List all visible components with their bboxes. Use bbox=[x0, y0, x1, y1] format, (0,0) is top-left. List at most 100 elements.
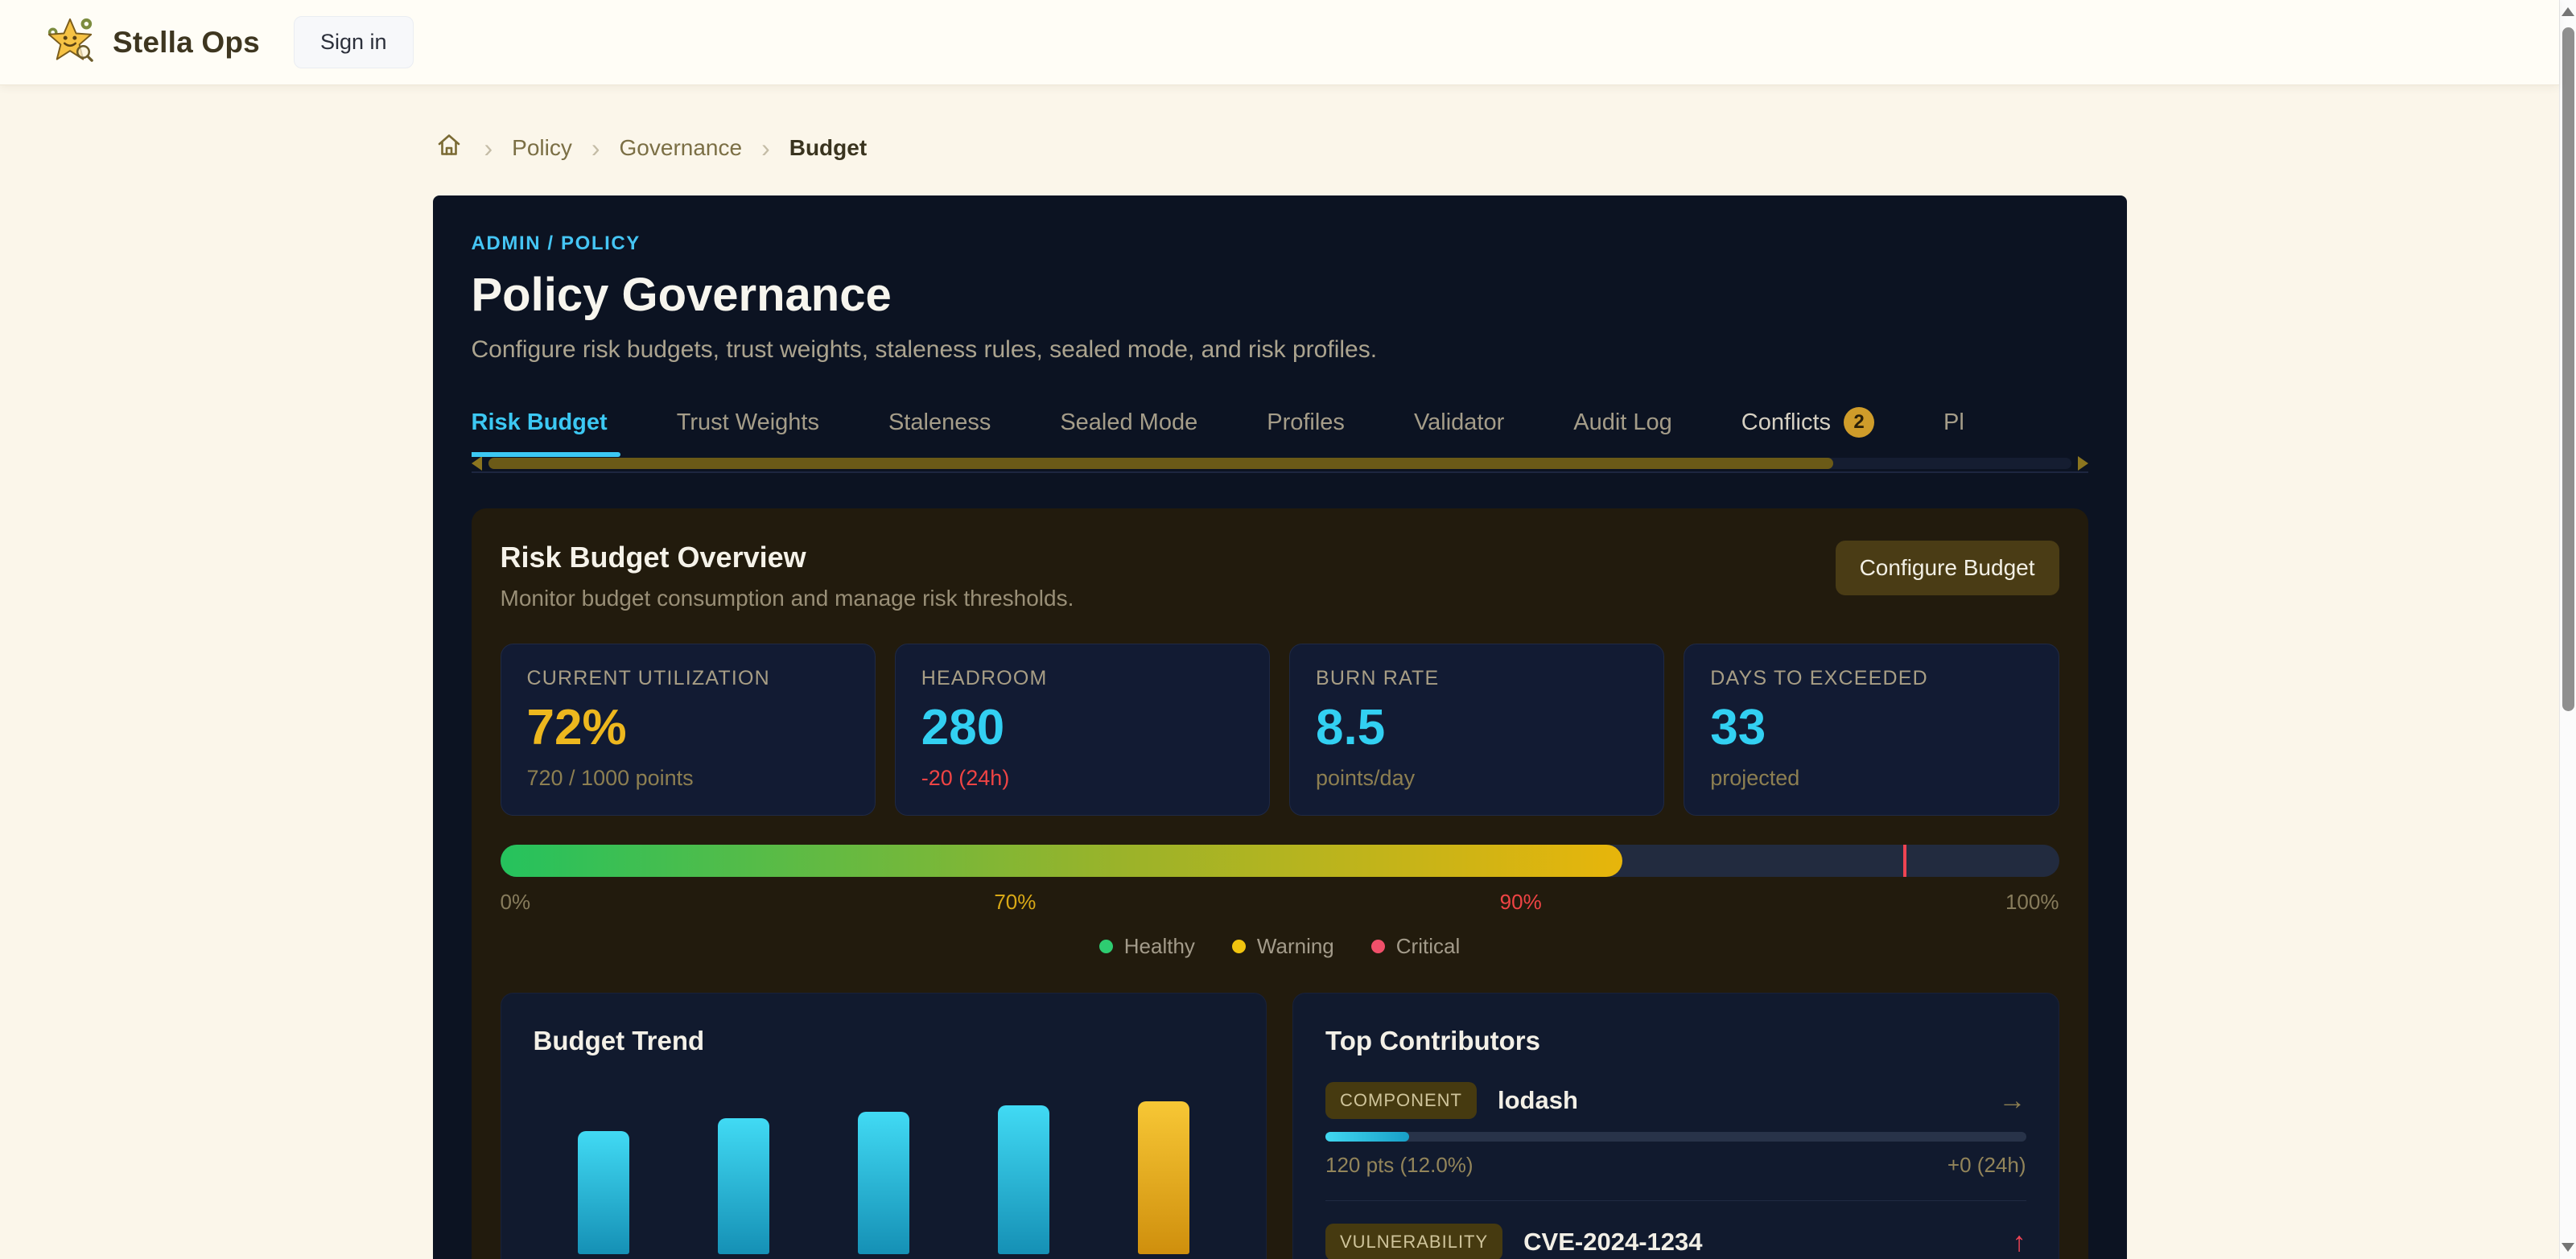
top-contributors-card: Top Contributors COMPONENT lodash → 120 pts… bbox=[1292, 993, 2059, 1259]
brand-name: Stella Ops bbox=[113, 26, 260, 60]
legend-dot-icon bbox=[1232, 940, 1246, 953]
stat-label: DAYS TO EXCEEDED bbox=[1710, 667, 2032, 690]
breadcrumb-separator-icon: › bbox=[484, 135, 493, 161]
page-subtitle: Configure risk budgets, trust weights, s… bbox=[472, 336, 2088, 364]
stat-label: CURRENT UTILIZATION bbox=[527, 667, 849, 690]
trend-bar-12-22 bbox=[998, 1105, 1049, 1254]
breadcrumb: › Policy › Governance › Budget bbox=[433, 129, 2127, 167]
tab-staleness[interactable]: Staleness bbox=[888, 399, 991, 457]
contributor-cve-2024-1234[interactable]: VULNERABILITYCVE-2024-1234↑95 pts (9.5%)… bbox=[1325, 1224, 2026, 1259]
contributor-progress-fill bbox=[1325, 1132, 1409, 1142]
content-column: › Policy › Governance › Budget ADMIN / P… bbox=[433, 129, 2127, 1259]
trend-bar-slot bbox=[1094, 1101, 1234, 1254]
browser-page: Stella Ops Sign in › Policy › Governance… bbox=[0, 0, 2576, 1259]
tab-scrollbar-thumb[interactable] bbox=[488, 458, 1834, 469]
list-divider bbox=[1325, 1200, 2026, 1201]
contributor-lodash[interactable]: COMPONENT lodash → 120 pts (12.0%)+0 (24h) bbox=[1325, 1082, 2026, 1178]
tab-risk-budget[interactable]: Risk Budget bbox=[472, 399, 608, 457]
threshold-label-70: 70% bbox=[994, 890, 1036, 915]
contributor-type-badge: COMPONENT bbox=[1325, 1082, 1477, 1119]
legend-item-critical: Critical bbox=[1371, 934, 1460, 959]
trend-bar-slot bbox=[954, 1101, 1094, 1254]
legend-item-warning: Warning bbox=[1232, 934, 1334, 959]
top-contributors-title: Top Contributors bbox=[1325, 1026, 2026, 1056]
tab-strip: Risk Budget Trust Weights Staleness Sealed … bbox=[472, 399, 2088, 473]
vertical-scrollbar[interactable] bbox=[2559, 0, 2576, 1259]
overview-subtitle: Monitor budget consumption and manage ri… bbox=[501, 586, 1074, 611]
scroll-up-arrow-icon[interactable] bbox=[2562, 7, 2574, 16]
tab-label: Profiles bbox=[1267, 409, 1345, 436]
tab-label: Validator bbox=[1414, 409, 1504, 436]
contributor-header[interactable]: COMPONENT lodash → bbox=[1325, 1082, 2026, 1119]
stat-sub: -20 (24h) bbox=[921, 766, 1243, 791]
arrow-right-icon: → bbox=[1999, 1087, 2026, 1114]
stat-card-headroom: HEADROOM 280 -20 (24h) bbox=[895, 644, 1270, 816]
tab-scroll-right-arrow-icon[interactable] bbox=[2078, 456, 2088, 471]
page-title: Policy Governance bbox=[472, 268, 2088, 322]
threshold-label-90: 90% bbox=[1500, 890, 1542, 915]
home-icon[interactable] bbox=[433, 129, 465, 167]
tab-label: Risk Budget bbox=[472, 409, 608, 436]
section-eyebrow: ADMIN / POLICY bbox=[472, 232, 2088, 255]
breadcrumb-current-budget: Budget bbox=[789, 135, 867, 161]
overview-title: Risk Budget Overview bbox=[501, 541, 1074, 574]
legend-item-healthy: Healthy bbox=[1099, 934, 1195, 959]
stat-card-burn-rate: BURN RATE8.5points/day bbox=[1289, 644, 1664, 816]
breadcrumb-governance[interactable]: Governance bbox=[620, 135, 743, 161]
tab-label: Staleness bbox=[888, 409, 991, 436]
contributor-name: lodash bbox=[1498, 1086, 1578, 1115]
contributors-list: COMPONENT lodash → 120 pts (12.0%)+0 (24h) V… bbox=[1325, 1082, 2026, 1259]
breadcrumb-policy[interactable]: Policy bbox=[512, 135, 572, 161]
threshold-label-100: 100% bbox=[2005, 890, 2059, 915]
configure-budget-button[interactable]: Configure Budget bbox=[1836, 541, 2059, 595]
stat-label: HEADROOM bbox=[921, 667, 1243, 690]
tab-label: Audit Log bbox=[1573, 409, 1672, 436]
stat-value: 280 bbox=[921, 703, 1243, 753]
sign-in-button[interactable]: Sign in bbox=[294, 16, 414, 68]
tab-conflicts[interactable]: Conflicts2 bbox=[1741, 399, 1874, 457]
stat-sub: points/day bbox=[1316, 766, 1638, 791]
vertical-scrollbar-thumb[interactable] bbox=[2562, 27, 2574, 711]
trend-bar-slot bbox=[814, 1101, 954, 1254]
legend-dot-icon bbox=[1099, 940, 1113, 953]
breadcrumb-separator-icon: › bbox=[761, 135, 770, 161]
overview-cards-row: Budget Trend 12/112/812/1512/2212/29 Top… bbox=[501, 993, 2059, 1259]
tab-pl[interactable]: Pl bbox=[1943, 399, 1964, 457]
contributor-delta: +0 (24h) bbox=[1947, 1153, 2026, 1178]
tab-scrollbar-track[interactable] bbox=[488, 458, 2071, 469]
top-bar: Stella Ops Sign in bbox=[0, 0, 2559, 85]
tab-profiles[interactable]: Profiles bbox=[1267, 399, 1345, 457]
legend-label: Warning bbox=[1257, 934, 1334, 959]
arrow-up-icon: ↑ bbox=[2013, 1228, 2026, 1256]
tab-validator[interactable]: Validator bbox=[1414, 399, 1504, 457]
trend-bar-12-15 bbox=[858, 1112, 909, 1254]
tab-audit-log[interactable]: Audit Log bbox=[1573, 399, 1672, 457]
budget-trend-card: Budget Trend 12/112/812/1512/2212/29 bbox=[501, 993, 1267, 1259]
tab-scroll-left-arrow-icon[interactable] bbox=[472, 456, 482, 471]
stats-grid: CURRENT UTILIZATION72%720 / 1000 pointsH… bbox=[501, 644, 2059, 816]
trend-bar-12-29 bbox=[1138, 1101, 1189, 1254]
contributor-header[interactable]: VULNERABILITY CVE-2024-1234 ↑ bbox=[1325, 1224, 2026, 1259]
tab-trust-weights[interactable]: Trust Weights bbox=[677, 399, 819, 457]
budget-trend-chart bbox=[534, 1101, 1234, 1254]
contributor-progress-track bbox=[1325, 1132, 2026, 1142]
trend-bar-12-1 bbox=[578, 1131, 629, 1254]
contributor-type-badge: VULNERABILITY bbox=[1325, 1224, 1502, 1259]
budget-trend-title: Budget Trend bbox=[534, 1026, 1234, 1056]
brand: Stella Ops bbox=[45, 15, 260, 69]
scroll-down-arrow-icon[interactable] bbox=[2562, 1243, 2574, 1252]
stat-value: 8.5 bbox=[1316, 703, 1638, 753]
breadcrumb-separator-icon: › bbox=[591, 135, 600, 161]
star-mascot-logo-icon bbox=[45, 15, 95, 69]
budget-utilization-bar bbox=[501, 845, 2059, 877]
tab-label: Conflicts bbox=[1741, 409, 1831, 436]
stat-card-days-to-exceeded: DAYS TO EXCEEDED33projected bbox=[1684, 644, 2059, 816]
legend-dot-icon bbox=[1371, 940, 1385, 953]
contributor-name: CVE-2024-1234 bbox=[1523, 1228, 1702, 1257]
tab-bar: Risk Budget Trust Weights Staleness Sealed … bbox=[472, 399, 2088, 457]
trend-bar-slot bbox=[674, 1101, 814, 1254]
risk-budget-overview-panel: Risk Budget Overview Monitor budget cons… bbox=[472, 508, 2088, 1259]
contributor-stats: 120 pts (12.0%)+0 (24h) bbox=[1325, 1153, 2026, 1178]
budget-legend: Healthy Warning Critical bbox=[501, 934, 2059, 959]
tab-sealed-mode[interactable]: Sealed Mode bbox=[1060, 399, 1197, 457]
